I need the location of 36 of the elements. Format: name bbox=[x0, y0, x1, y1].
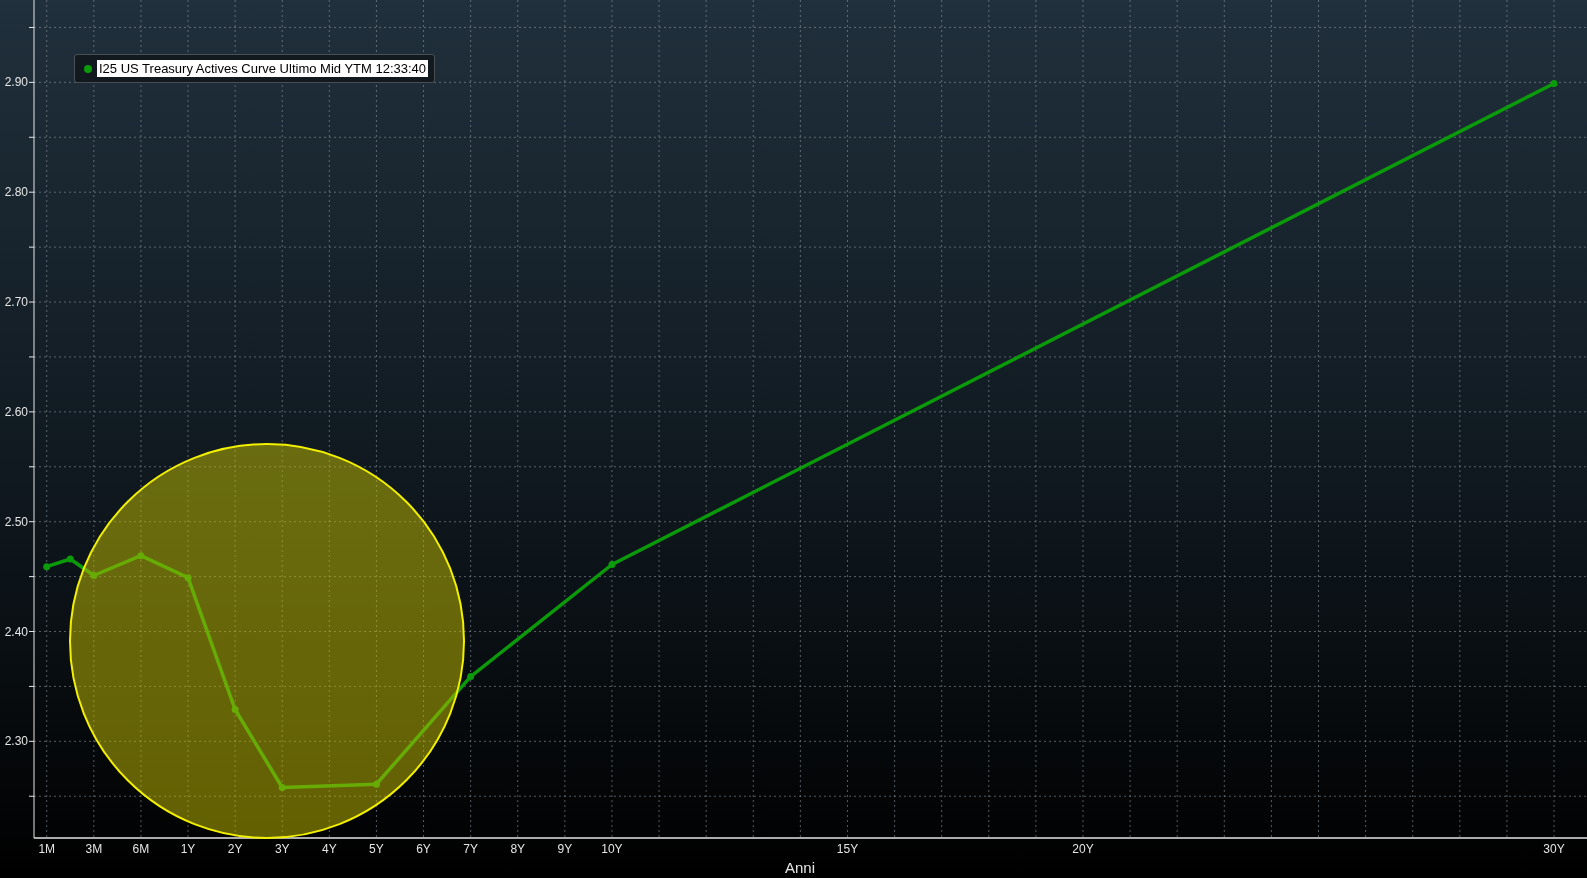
data-point bbox=[66, 555, 74, 563]
data-point bbox=[467, 673, 475, 681]
data-point bbox=[184, 574, 192, 582]
y-tick-label: 2.70 bbox=[4, 295, 28, 310]
y-tick-label: 2.90 bbox=[4, 75, 28, 90]
x-tick-label: 2Y bbox=[227, 842, 243, 856]
data-point bbox=[372, 780, 380, 788]
legend-label: I25 US Treasury Actives Curve Ultimo Mid YTM 12:33:40 bbox=[97, 60, 429, 77]
x-tick-label: 5Y bbox=[369, 842, 384, 856]
x-tick-label: 6Y bbox=[416, 842, 431, 856]
x-tick-label: 3Y bbox=[274, 842, 290, 856]
x-tick-label: 6M bbox=[132, 842, 150, 856]
x-tick-label: 20Y bbox=[1072, 842, 1094, 856]
x-tick-label: 8Y bbox=[510, 842, 526, 856]
x-axis-title: Anni bbox=[785, 859, 815, 876]
x-tick-label: 15Y bbox=[836, 842, 859, 856]
y-tick-label: 2.80 bbox=[4, 185, 28, 200]
data-point bbox=[43, 563, 51, 571]
x-tick-label: 1Y bbox=[180, 842, 196, 856]
x-tick-label: 7Y bbox=[463, 842, 478, 856]
data-point bbox=[1550, 79, 1558, 87]
x-tick-label: 10Y bbox=[601, 842, 623, 856]
y-tick-label: 2.50 bbox=[4, 514, 28, 529]
x-tick-label: 3M bbox=[85, 842, 103, 856]
y-tick-label: 2.40 bbox=[4, 624, 28, 639]
y-tick-label: 2.60 bbox=[4, 404, 28, 419]
data-point bbox=[608, 561, 616, 568]
data-point bbox=[90, 572, 98, 579]
x-tick-label: 1M bbox=[38, 842, 56, 856]
x-tick-label: 9Y bbox=[557, 842, 573, 856]
data-point bbox=[278, 784, 286, 791]
x-tick-label: 4Y bbox=[322, 842, 337, 856]
data-point bbox=[231, 706, 239, 713]
y-tick-label: 2.30 bbox=[4, 734, 28, 749]
data-point bbox=[137, 552, 145, 560]
x-tick-label: 30Y bbox=[1543, 842, 1565, 856]
